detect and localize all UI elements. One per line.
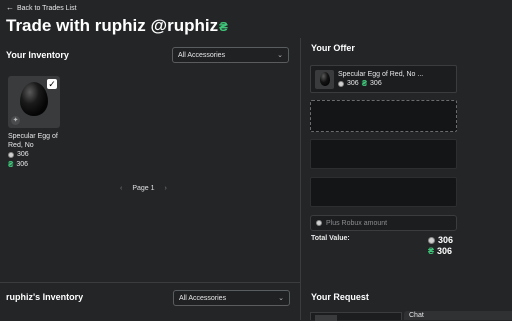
rap-icon: ₴: [361, 79, 368, 88]
total-robux-value: 306: [428, 235, 453, 245]
back-to-trades-link[interactable]: ← Back to Trades List: [6, 4, 77, 12]
filter-selected-value: All Accessories: [178, 51, 226, 59]
total-rap-value: ₴ 306: [428, 246, 453, 256]
page-title: Trade with ruphiz @ruphiz ₴: [6, 16, 228, 36]
rap-icon: ₴: [428, 246, 435, 256]
robux-icon: [8, 152, 14, 158]
offer-slot-empty[interactable]: [310, 139, 457, 169]
offer-slot-empty[interactable]: [310, 177, 457, 207]
your-request-heading: Your Request: [311, 292, 369, 302]
offer-slot-filled[interactable]: Specular Egg of Red, No ... 306 ₴ 306: [310, 65, 457, 93]
offer-item-thumbnail: [315, 69, 334, 89]
robux-input-placeholder: Plus Robux amount: [326, 219, 388, 227]
offer-item-values: 306 ₴ 306: [338, 79, 423, 88]
inventory-item-card[interactable]: ✓ ✦ Specular Egg of Red, No 306 ₴ 306: [8, 76, 60, 170]
request-slot-preview: [315, 315, 337, 321]
total-value-label: Total Value:: [311, 235, 350, 242]
your-inventory-heading: Your Inventory: [6, 50, 69, 60]
robux-icon: [316, 220, 322, 226]
checkmark-icon[interactable]: ✓: [47, 79, 57, 89]
egg-image: [320, 71, 330, 86]
rap-icon: ₴: [8, 160, 14, 169]
column-divider: [300, 38, 301, 320]
next-page-icon[interactable]: ›: [165, 185, 167, 192]
back-link-label: Back to Trades List: [17, 4, 77, 12]
pagination: ‹ Page 1 ›: [120, 185, 167, 192]
filter-selected-value: All Accessories: [179, 294, 227, 302]
item-thumbnail: ✓ ✦: [8, 76, 60, 128]
egg-image: [20, 82, 48, 116]
your-offer-heading: Your Offer: [311, 43, 355, 53]
request-slot[interactable]: [310, 312, 402, 321]
page-label: Page 1: [132, 185, 155, 192]
offer-slot-empty-active[interactable]: [310, 100, 457, 132]
item-name: Specular Egg of Red, No: [8, 133, 58, 149]
item-robux-value: 306: [8, 150, 60, 160]
chat-button[interactable]: Chat: [404, 311, 512, 320]
partner-inventory-filter-select[interactable]: All Accessories ⌄: [173, 290, 290, 306]
rap-icon: ₴: [219, 18, 228, 34]
chevron-down-icon: ⌄: [277, 52, 283, 59]
your-inventory-filter-select[interactable]: All Accessories ⌄: [172, 47, 289, 63]
robux-icon: [338, 80, 344, 87]
offer-item-name: Specular Egg of Red, No ...: [338, 71, 424, 78]
partner-inventory-heading: ruphiz's Inventory: [6, 292, 84, 302]
page-title-text: Trade with ruphiz @ruphiz: [6, 16, 219, 35]
robux-icon: [428, 236, 435, 244]
item-rap-value: ₴ 306: [8, 160, 29, 169]
prev-page-icon[interactable]: ‹: [120, 185, 122, 192]
robux-amount-input[interactable]: Plus Robux amount: [310, 215, 457, 231]
section-divider: [0, 282, 300, 283]
limited-badge-icon: ✦: [11, 116, 20, 125]
arrow-left-icon: ←: [6, 3, 14, 12]
chevron-down-icon: ⌄: [278, 295, 284, 302]
